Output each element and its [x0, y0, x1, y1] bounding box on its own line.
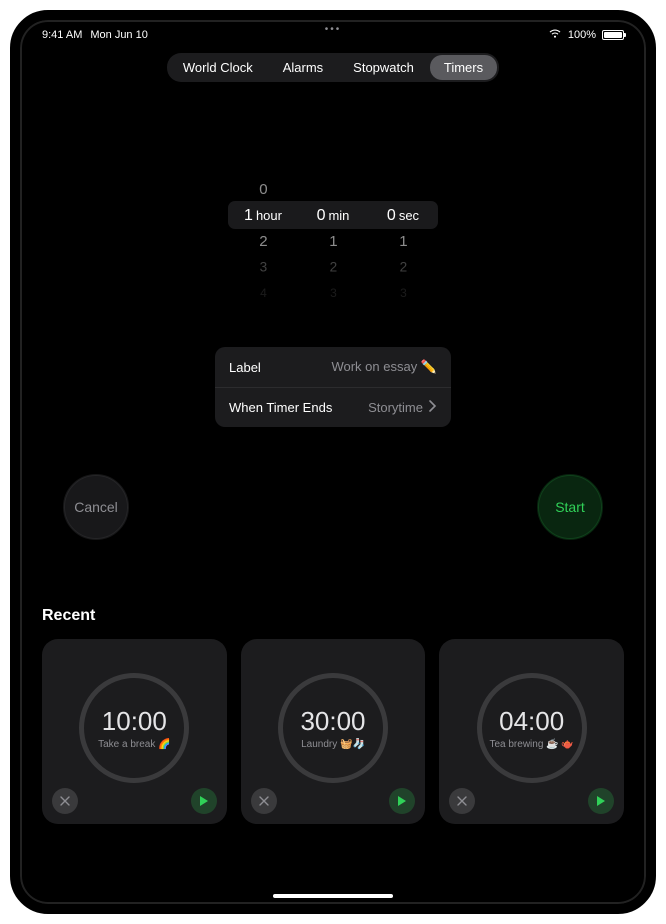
start-button[interactable]: Start	[538, 475, 602, 539]
battery-percent: 100%	[568, 29, 596, 41]
timer-dial: 10:00 Take a break 🌈	[79, 673, 189, 783]
play-timer-button[interactable]	[191, 788, 217, 814]
tab-alarms[interactable]: Alarms	[269, 55, 337, 80]
recent-timer-card[interactable]: 04:00 Tea brewing ☕️ 🫖	[439, 639, 624, 824]
tab-stopwatch[interactable]: Stopwatch	[339, 55, 428, 80]
chevron-right-icon	[429, 400, 437, 415]
cancel-button[interactable]: Cancel	[64, 475, 128, 539]
battery-icon	[602, 30, 624, 40]
picker-hours[interactable]: 0 1hour 2 3 4	[228, 177, 298, 307]
delete-timer-button[interactable]	[251, 788, 277, 814]
clock-app-tabs: World Clock Alarms Stopwatch Timers	[20, 53, 646, 82]
timer-dial: 04:00 Tea brewing ☕️ 🫖	[477, 673, 587, 783]
tab-world-clock[interactable]: World Clock	[169, 55, 267, 80]
recent-timer-card[interactable]: 10:00 Take a break 🌈	[42, 639, 227, 824]
timer-time: 30:00	[300, 706, 365, 737]
delete-timer-button[interactable]	[449, 788, 475, 814]
timer-sound-row[interactable]: When Timer Ends Storytime	[215, 387, 451, 427]
picker-minutes[interactable]: 0min 1 2 3	[298, 177, 368, 307]
recent-heading: Recent	[42, 607, 624, 625]
play-timer-button[interactable]	[389, 788, 415, 814]
settings-sound-value: Storytime	[368, 400, 423, 415]
duration-picker[interactable]: 0 1hour 2 3 4 0min 1 2 3 0sec 1	[20, 177, 646, 307]
timer-dial: 30:00 Laundry 🧺🧦	[278, 673, 388, 783]
delete-timer-button[interactable]	[52, 788, 78, 814]
settings-sound-key: When Timer Ends	[229, 400, 332, 415]
front-camera	[330, 12, 336, 18]
timer-label: Laundry 🧺🧦	[297, 739, 369, 751]
timer-label: Tea brewing ☕️ 🫖	[485, 739, 577, 751]
play-timer-button[interactable]	[588, 788, 614, 814]
status-time: 9:41 AM	[42, 29, 82, 41]
settings-label-value: Work on essay ✏️	[331, 359, 437, 375]
timer-time: 04:00	[499, 706, 564, 737]
timer-label: Take a break 🌈	[94, 739, 175, 751]
settings-label-key: Label	[229, 360, 261, 375]
home-indicator[interactable]	[273, 894, 393, 898]
picker-seconds[interactable]: 0sec 1 2 3	[368, 177, 438, 307]
status-date: Mon Jun 10	[90, 29, 147, 41]
wifi-icon	[548, 26, 562, 43]
recent-timer-card[interactable]: 30:00 Laundry 🧺🧦	[241, 639, 426, 824]
timer-settings: Label Work on essay ✏️ When Timer Ends S…	[215, 347, 451, 427]
timer-label-row[interactable]: Label Work on essay ✏️	[215, 347, 451, 387]
tab-timers[interactable]: Timers	[430, 55, 497, 80]
multitask-indicator[interactable]: •••	[325, 24, 342, 35]
timer-time: 10:00	[102, 706, 167, 737]
